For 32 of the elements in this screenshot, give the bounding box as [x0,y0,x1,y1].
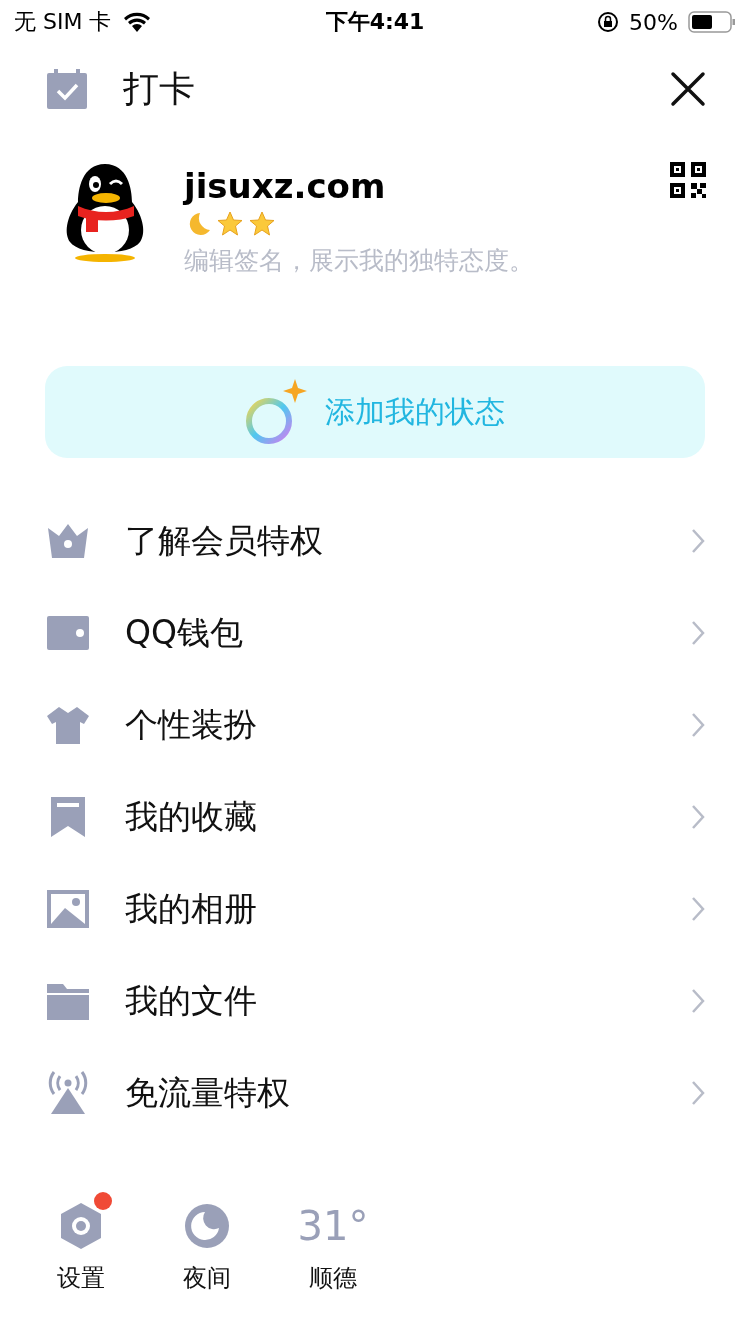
menu-item[interactable]: 我的相册 [0,863,750,955]
menu-item[interactable]: 我的收藏 [0,771,750,863]
chevron-right-icon [691,1080,705,1106]
star-icon [248,210,276,238]
chevron-right-icon [691,804,705,830]
check-in-title: 打卡 [123,66,196,111]
chevron-right-icon [691,712,705,738]
chevron-right-icon [691,988,705,1014]
menu-item[interactable]: 免流量特权 [0,1047,750,1139]
wifi-icon [123,12,152,32]
battery-icon [688,11,736,33]
qr-code-icon[interactable] [670,162,706,198]
user-name: jisuxz.com [184,166,387,206]
chevron-right-icon [691,528,705,554]
calendar-check-icon[interactable] [45,69,89,109]
close-icon[interactable] [670,71,706,107]
bottom-label[interactable]: 夜间 [183,1262,231,1294]
bottom-label[interactable]: 设置 [57,1262,105,1294]
menu-item[interactable]: 了解会员特权 [0,495,750,587]
rotation-lock-icon [597,11,620,33]
clock: 下午4:41 [325,8,425,36]
menu-item[interactable]: 个性装扮 [0,679,750,771]
battery-percent: 50% [629,9,678,35]
menu-item[interactable]: QQ钱包 [0,587,750,679]
star-icon [216,210,244,238]
chevron-right-icon [691,896,705,922]
temperature: 31° [297,1202,369,1251]
chevron-right-icon [691,620,705,646]
bottom-label[interactable]: 顺德 [309,1262,357,1294]
carrier-label: 无 SIM 卡 [14,8,112,36]
ring-sparkle-icon [245,379,307,445]
menu-item[interactable]: 我的文件 [0,955,750,1047]
